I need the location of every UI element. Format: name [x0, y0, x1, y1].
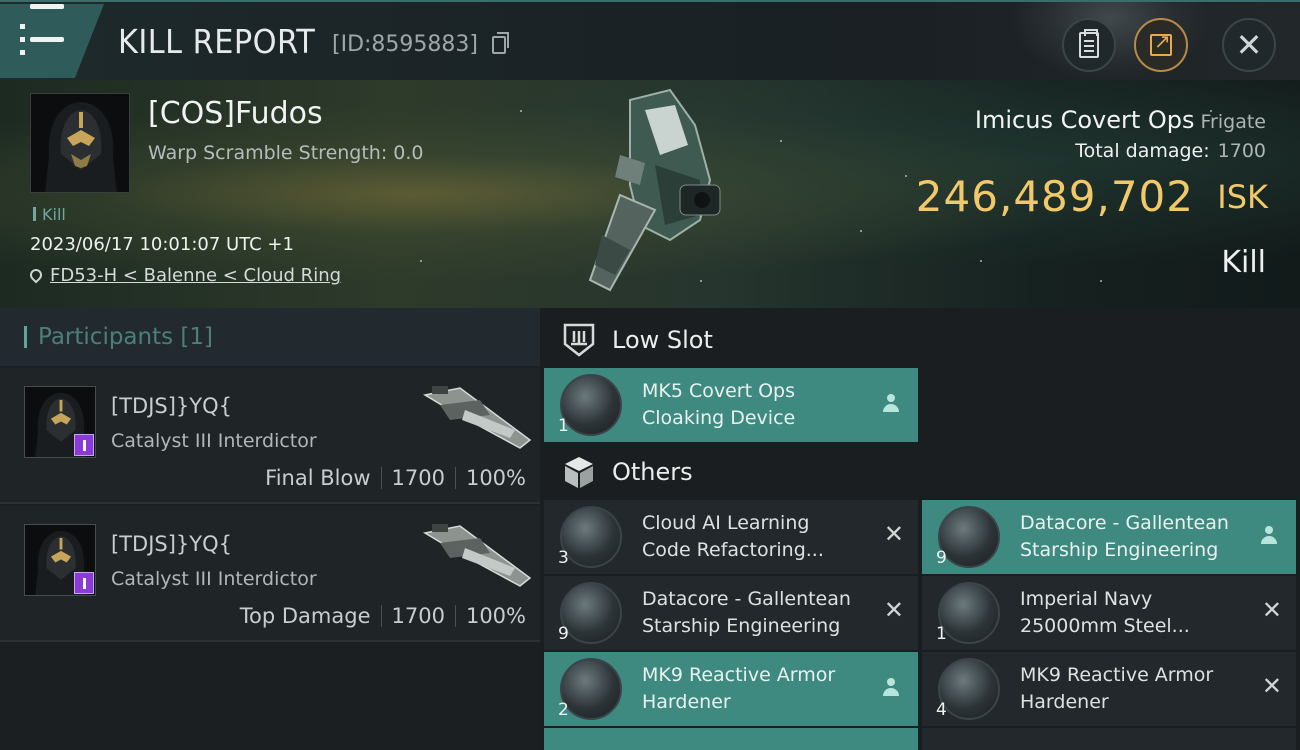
victim-ship-class: Frigate: [1200, 111, 1266, 133]
participant-ship: Catalyst III Interdictor: [111, 430, 317, 452]
close-icon: ✕: [1235, 26, 1263, 64]
item-name: MK9 Reactive Armor Hardener: [1020, 664, 1214, 713]
location-pin-icon: [27, 266, 45, 284]
item-quantity: 9: [936, 548, 947, 568]
close-button[interactable]: ✕: [1222, 18, 1276, 72]
low-slot-header: Low Slot: [540, 310, 1300, 370]
destroyed-x-icon: ✕: [1261, 596, 1282, 624]
participant-row[interactable]: [TDJS]}YQ{ Catalyst III Interdictor Top …: [0, 506, 540, 642]
dropped-person-icon: [882, 678, 900, 698]
item-name: MK9 Reactive Armor Hardener: [642, 664, 836, 713]
report-id: [ID:8595883]: [332, 32, 478, 57]
participant-ship-image: [422, 524, 532, 587]
info-badge-icon[interactable]: [74, 572, 94, 594]
export-button[interactable]: [1134, 18, 1188, 72]
copy-id-icon[interactable]: [492, 32, 509, 54]
victim-ship-name[interactable]: Imicus Covert Ops: [975, 106, 1195, 134]
fitted-item[interactable]: 1 MK5 Covert Ops Cloaking Device: [544, 368, 918, 442]
participant-percent: 100%: [465, 604, 526, 628]
cargo-item-partial[interactable]: [544, 728, 918, 750]
page-title: KILL REPORT: [118, 22, 316, 61]
isk-unit: ISK: [1217, 178, 1268, 216]
cargo-item[interactable]: 9 Datacore - Gallentean Starship Enginee…: [544, 576, 918, 650]
item-name: Imperial Navy 25000mm Steel...: [1020, 588, 1190, 637]
item-name: Cloud AI Learning Code Refactoring...: [642, 512, 824, 561]
datacore-icon: [938, 506, 1000, 568]
dropped-person-icon: [1260, 526, 1278, 546]
cargo-item[interactable]: 9 Datacore - Gallentean Starship Enginee…: [922, 500, 1296, 574]
participants-title: Participants [1]: [38, 324, 213, 350]
total-damage: Total damage: 1700: [1075, 140, 1266, 162]
cargo-item-partial[interactable]: [922, 728, 1296, 750]
item-name: MK5 Covert Ops Cloaking Device: [642, 380, 796, 429]
dropped-person-icon: [882, 394, 900, 414]
victim-ship: Imicus Covert Ops Frigate: [975, 106, 1266, 134]
clipboard-icon: [1079, 29, 1099, 58]
participant-name[interactable]: [TDJS]}YQ{: [111, 394, 232, 418]
victim-name[interactable]: [COS]Fudos: [148, 96, 323, 131]
victim-ship-image: [588, 88, 721, 292]
cargo-item[interactable]: 4 MK9 Reactive Armor Hardener ✕: [922, 652, 1296, 726]
export-icon: [1150, 29, 1172, 56]
total-damage-label: Total damage:: [1075, 140, 1210, 162]
cargo-box-icon: [565, 457, 593, 488]
participant-stats: Final Blow 1700 100%: [265, 466, 526, 490]
participant-ship-image: [422, 386, 532, 449]
destroyed-x-icon: ✕: [1261, 672, 1282, 700]
kill-location[interactable]: FD53-H < Balenne < Cloud Ring: [27, 265, 341, 286]
armor-hardener-icon: [560, 658, 622, 720]
kill-datetime: 2023/06/17 10:01:07 UTC +1: [30, 234, 294, 255]
participants-panel: Participants [1] [TDJS]}YQ{ Catalyst III…: [0, 308, 540, 750]
participant-role: Top Damage: [239, 604, 371, 628]
others-header: Others: [540, 442, 1300, 502]
header-bar: KILL REPORT [ID:8595883] ✕: [0, 0, 1300, 82]
others-label: Others: [612, 458, 693, 486]
low-slot-icon: [563, 323, 595, 357]
cargo-item[interactable]: 2 MK9 Reactive Armor Hardener: [544, 652, 918, 726]
result-label: Kill: [1221, 245, 1266, 280]
participant-damage: 1700: [391, 466, 445, 490]
fitting-panel: Low Slot 1 MK5 Covert Ops Cloaking Devic…: [540, 308, 1300, 750]
isk-value: 246,489,702: [915, 172, 1194, 221]
menu-icon: [20, 24, 25, 29]
info-badge-icon[interactable]: [74, 434, 94, 456]
item-quantity: 1: [558, 416, 569, 436]
participant-role: Final Blow: [265, 466, 371, 490]
victim-avatar[interactable]: [30, 93, 130, 193]
warp-scramble-strength: Warp Scramble Strength: 0.0: [148, 142, 424, 164]
cargo-item[interactable]: 1 Imperial Navy 25000mm Steel... ✕: [922, 576, 1296, 650]
item-name: Datacore - Gallentean Starship Engineeri…: [1020, 512, 1229, 561]
datacore-icon: [560, 582, 622, 644]
participant-ship: Catalyst III Interdictor: [111, 568, 317, 590]
item-quantity: 9: [558, 624, 569, 644]
clipboard-button[interactable]: [1062, 18, 1116, 72]
participant-stats: Top Damage 1700 100%: [240, 604, 526, 628]
cloaking-device-icon: [560, 374, 622, 436]
victim-summary: [COS]Fudos Warp Scramble Strength: 0.0 K…: [0, 80, 1300, 308]
item-quantity: 3: [558, 548, 569, 568]
participant-damage: 1700: [391, 604, 445, 628]
participant-row[interactable]: [TDJS]}YQ{ Catalyst III Interdictor Fina…: [0, 368, 540, 504]
location-link[interactable]: FD53-H < Balenne < Cloud Ring: [50, 265, 341, 286]
cargo-item[interactable]: 3 Cloud AI Learning Code Refactoring... …: [544, 500, 918, 574]
menu-button[interactable]: [0, 4, 104, 78]
armor-hardener-icon: [938, 658, 1000, 720]
ammo-icon: [938, 582, 1000, 644]
item-quantity: 4: [936, 700, 947, 720]
item-quantity: 2: [558, 700, 569, 720]
destroyed-x-icon: ✕: [883, 520, 904, 548]
report-type-tag: Kill: [33, 205, 66, 224]
item-name: Datacore - Gallentean Starship Engineeri…: [642, 588, 851, 637]
item-quantity: 1: [936, 624, 947, 644]
low-slot-label: Low Slot: [612, 326, 713, 354]
total-damage-value: 1700: [1217, 140, 1266, 162]
participant-name[interactable]: [TDJS]}YQ{: [111, 532, 232, 556]
participants-header: Participants [1]: [0, 308, 540, 366]
participant-percent: 100%: [465, 466, 526, 490]
destroyed-x-icon: ✕: [883, 596, 904, 624]
ai-learning-chip-icon: [560, 506, 622, 568]
